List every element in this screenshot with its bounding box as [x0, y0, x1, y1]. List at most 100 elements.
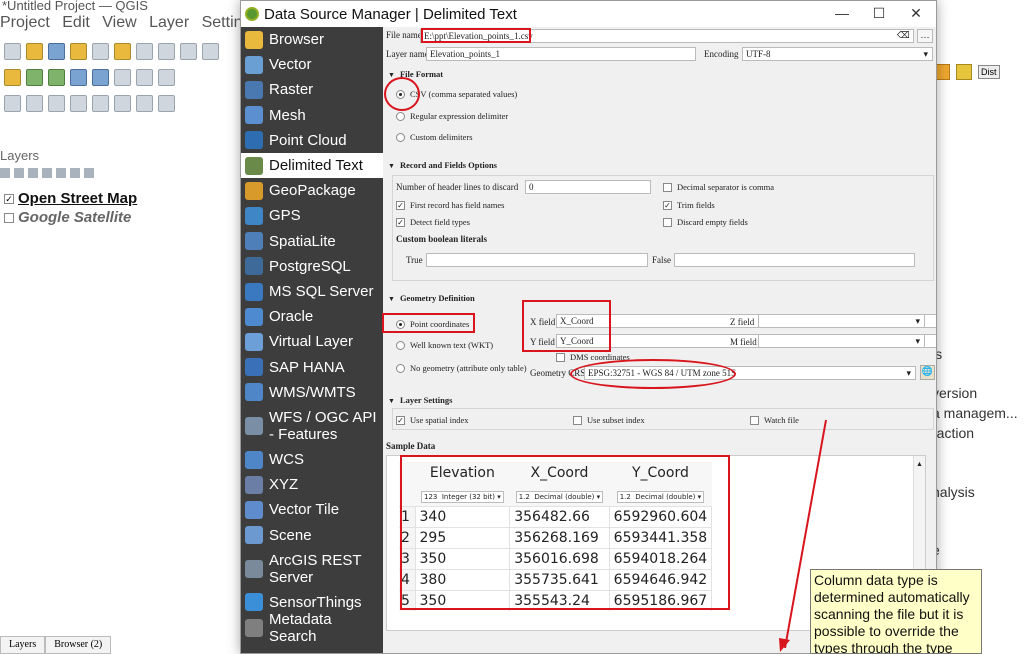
column-type-select[interactable]: 123 Integer (32 bit) ▾	[421, 490, 504, 503]
pan-icon[interactable]	[136, 42, 153, 60]
detect-types-checkbox[interactable]: ✓ Detect field types	[396, 217, 470, 227]
add-group-icon[interactable]	[14, 168, 24, 178]
pan-to-selection-icon[interactable]	[158, 42, 175, 60]
layer-item[interactable]: ✓ Open Street Map	[4, 190, 137, 207]
layer-checkbox[interactable]: ✓	[4, 193, 14, 204]
maximize-button[interactable]: ☐	[862, 3, 896, 25]
crs-selector-icon[interactable]: 🌐	[920, 365, 935, 380]
expand-all-icon[interactable]	[56, 168, 66, 178]
layer-checkbox[interactable]	[4, 212, 14, 223]
add-feature-icon[interactable]	[956, 64, 972, 80]
add-vector-icon[interactable]	[4, 68, 21, 86]
save-project-icon[interactable]	[48, 42, 65, 60]
tab-layers[interactable]: Layers	[0, 636, 46, 654]
column-header-x[interactable]: X_Coord	[509, 462, 610, 484]
remove-layer-icon[interactable]	[84, 168, 94, 178]
scroll-up-icon[interactable]: ▲	[916, 460, 923, 468]
sidebar-item[interactable]: Raster	[241, 77, 383, 102]
decimal-comma-checkbox[interactable]: Decimal separator is comma	[663, 182, 774, 192]
open-project-icon[interactable]	[26, 42, 43, 60]
collapse-all-icon[interactable]	[70, 168, 80, 178]
menu-view[interactable]: View	[102, 14, 136, 31]
menu-edit[interactable]: Edit	[62, 14, 90, 31]
sidebar-item[interactable]: XYZ	[241, 472, 383, 497]
dms-checkbox[interactable]: DMS coordinates	[556, 352, 630, 362]
column-type-select[interactable]: 1.2 Decimal (double) ▾	[616, 490, 705, 503]
sidebar-item[interactable]: Point Cloud	[241, 128, 383, 153]
record-fields-header[interactable]: ▼ Record and Fields Options	[388, 160, 497, 170]
layout-manager-icon[interactable]	[92, 42, 109, 60]
encoding-select[interactable]: UTF-8	[742, 47, 933, 61]
file-name-input[interactable]: E:\ppt\Elevation_points_1.csv	[420, 29, 914, 43]
style-manager-icon[interactable]	[114, 42, 131, 60]
sidebar-item[interactable]: GPS	[241, 203, 383, 228]
processing-item[interactable]: version	[932, 385, 977, 401]
new-project-icon[interactable]	[4, 42, 21, 60]
column-header-elevation[interactable]: Elevation	[415, 462, 510, 484]
layer-settings-header[interactable]: ▼ Layer Settings	[388, 395, 452, 405]
statistics-icon[interactable]	[158, 94, 175, 112]
z-field-select[interactable]	[758, 314, 925, 328]
true-input[interactable]	[426, 253, 648, 267]
select-by-area-icon[interactable]	[70, 94, 87, 112]
geometry-header[interactable]: ▼ Geometry Definition	[388, 293, 475, 303]
file-format-header[interactable]: ▼ File Format	[388, 69, 443, 79]
discard-empty-checkbox[interactable]: Discard empty fields	[663, 217, 748, 227]
sidebar-item[interactable]: ArcGIS REST Server	[241, 548, 383, 590]
menu-project[interactable]: Project	[0, 14, 50, 31]
sidebar-item[interactable]: WCS	[241, 447, 383, 472]
custom-delimiters-radio[interactable]: Custom delimiters	[396, 132, 473, 142]
sidebar-item[interactable]: Oracle	[241, 304, 383, 329]
digitize-icon[interactable]	[70, 68, 87, 86]
layer-name-input[interactable]: Elevation_points_1	[426, 47, 696, 61]
sidebar-item[interactable]: Delimited Text	[241, 153, 383, 179]
sidebar-item[interactable]: Scene	[241, 523, 383, 548]
csv-radio[interactable]: CSV (comma separated values)	[396, 89, 517, 99]
sidebar-item[interactable]: Mesh	[241, 103, 383, 128]
layer-item[interactable]: Google Satellite	[4, 209, 131, 226]
sidebar-item[interactable]: SAP HANA	[241, 355, 383, 380]
measure-icon[interactable]	[48, 94, 65, 112]
clear-icon[interactable]: ⌫	[897, 30, 910, 41]
edit-brush-icon[interactable]	[136, 68, 153, 86]
header-lines-spinbox[interactable]: 0	[525, 180, 651, 194]
zoom-in-icon[interactable]	[180, 42, 197, 60]
spatial-index-checkbox[interactable]: ✓ Use spatial index	[396, 415, 469, 425]
zoom-out-icon[interactable]	[202, 42, 219, 60]
first-record-checkbox[interactable]: ✓ First record has field names	[396, 200, 504, 210]
m-field-select[interactable]	[758, 334, 925, 348]
watch-file-checkbox[interactable]: Watch file	[750, 415, 799, 425]
trim-fields-checkbox[interactable]: ✓ Trim fields	[663, 200, 715, 210]
manage-themes-icon[interactable]	[28, 168, 38, 178]
sidebar-item[interactable]: Virtual Layer	[241, 329, 383, 354]
close-button[interactable]: ✕	[899, 3, 933, 25]
menu-layer[interactable]: Layer	[149, 14, 189, 31]
distance-label[interactable]: Dist	[978, 65, 1000, 79]
sidebar-item[interactable]: WFS / OGC API - Features	[241, 405, 383, 447]
point-coordinates-radio[interactable]: Point coordinates	[396, 319, 469, 329]
no-geometry-radio[interactable]: No geometry (attribute only table)	[396, 363, 527, 373]
crs-select[interactable]: EPSG:32751 - WGS 84 / UTM zone 51S	[584, 366, 916, 380]
attribute-table-icon[interactable]	[136, 94, 153, 112]
sidebar-item[interactable]: Vector	[241, 52, 383, 77]
edit-pencil-icon[interactable]	[114, 68, 131, 86]
sidebar-item[interactable]: SpatiaLite	[241, 229, 383, 254]
select-icon[interactable]	[4, 94, 21, 112]
identify-icon[interactable]	[26, 94, 43, 112]
deselect-icon[interactable]	[92, 94, 109, 112]
sidebar-item[interactable]: PostgreSQL	[241, 254, 383, 279]
sidebar-item[interactable]: Metadata Search	[241, 611, 383, 645]
digitize-shape-icon[interactable]	[158, 68, 175, 86]
new-print-layout-icon[interactable]	[70, 42, 87, 60]
browse-button[interactable]: …	[917, 29, 933, 43]
open-styling-icon[interactable]	[0, 168, 10, 178]
false-input[interactable]	[674, 253, 915, 267]
tab-browser[interactable]: Browser (2)	[45, 636, 112, 654]
sidebar-item[interactable]: GeoPackage	[241, 178, 383, 203]
subset-index-checkbox[interactable]: Use subset index	[573, 415, 645, 425]
add-raster-icon[interactable]	[26, 68, 43, 86]
column-header-y[interactable]: Y_Coord	[609, 462, 712, 484]
sidebar-item[interactable]: Vector Tile	[241, 497, 383, 522]
filter-legend-icon[interactable]	[42, 168, 52, 178]
sidebar-item[interactable]: MS SQL Server	[241, 279, 383, 304]
